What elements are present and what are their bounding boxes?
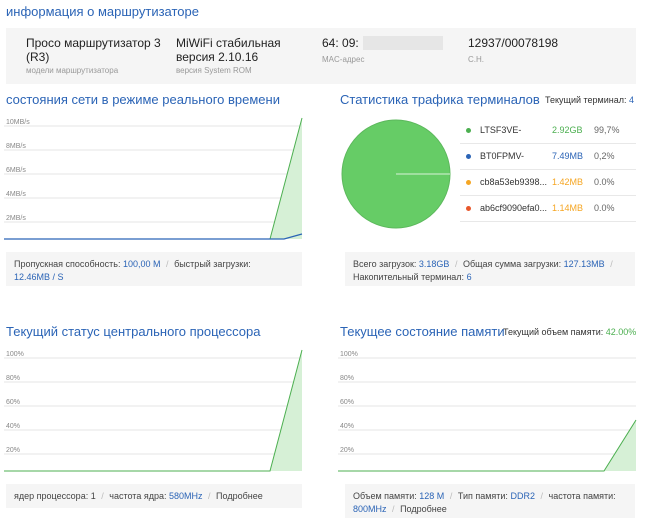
network-upload-line	[4, 233, 303, 240]
memory-size-value: 128 M	[419, 491, 445, 501]
network-tick-8: 8MB/s	[6, 143, 26, 150]
download-speed-value: 12.46MB / S	[14, 272, 64, 282]
sn-value: 12937/00078198	[468, 36, 559, 50]
current-terminal-label: Текущий терминал:	[545, 95, 627, 105]
current-terminal: Текущий терминал: 4	[545, 95, 634, 105]
memory-freq-value: 800MHz	[353, 504, 387, 514]
terminal-size: 2.92GB	[552, 125, 583, 135]
cpu-tick-100: 100%	[6, 351, 24, 358]
network-footer: Пропускная способность: 100,00 М / быстр…	[6, 252, 302, 286]
accumulated-terminal-label: Накопительный терминал:	[353, 272, 465, 282]
memory-chart: 100% 80% 60% 40% 20%	[338, 344, 640, 476]
download-sum-label: Общая сумма загрузки:	[462, 259, 562, 269]
model-cell: Просо маршрутизатор 3 (R3) модели маршру…	[26, 36, 176, 75]
cpu-chart: 100% 80% 60% 40% 20%	[4, 344, 306, 476]
cpu-usage-line	[4, 349, 303, 472]
terminal-name: cb8a53eb9398...	[480, 177, 548, 187]
network-tick-2: 2MB/s	[6, 215, 26, 222]
accumulated-terminal-value: 6	[466, 272, 472, 282]
network-panel-title: состояния сети в режиме реального времен…	[6, 92, 280, 107]
traffic-pie-chart	[340, 118, 452, 230]
total-downloads-value: 3.18GB	[418, 259, 450, 269]
terminal-pct: 0.0%	[594, 177, 615, 187]
terminal-pct: 0.0%	[594, 203, 615, 213]
cpu-cores-label: ядер процессора:	[14, 491, 89, 501]
memory-size-label: Объем памяти:	[353, 491, 417, 501]
memory-panel-title: Текущее состояние памяти	[340, 324, 505, 339]
terminal-name: LTSF3VE-	[480, 125, 522, 135]
cpu-panel-title: Текущий статус центрального процессора	[6, 324, 261, 339]
current-memory-label: Текущий объем памяти:	[503, 327, 604, 337]
terminal-dot	[466, 180, 471, 185]
memory-more-link[interactable]: Подробнее	[400, 504, 447, 514]
terminal-row[interactable]: BT0FPMV- 7.49MB 0,2%	[460, 144, 636, 170]
current-memory: Текущий объем памяти: 42.00%	[503, 327, 636, 337]
mac-value: 64: 09:	[322, 36, 359, 50]
terminal-dot	[466, 206, 471, 211]
router-info-bar: Просо маршрутизатор 3 (R3) модели маршру…	[6, 28, 636, 84]
terminal-list: LTSF3VE- 2.92GB 99,7% BT0FPMV- 7.49MB 0,…	[460, 118, 636, 222]
cpu-more-link[interactable]: Подробнее	[216, 491, 263, 501]
bandwidth-label: Пропускная способность:	[14, 259, 121, 269]
page-title: информация о маршрутизаторе	[6, 4, 199, 19]
memory-type-label: Тип памяти:	[457, 491, 508, 501]
memory-tick-40: 40%	[340, 423, 354, 430]
traffic-footer: Всего загрузок: 3.18GB / Общая сумма заг…	[345, 252, 635, 286]
bandwidth-value: 100,00 М	[122, 259, 161, 269]
traffic-panel-title: Статистика трафика терминалов	[340, 92, 540, 107]
terminal-size: 1.14MB	[552, 203, 584, 213]
memory-type-value: DDR2	[510, 491, 535, 501]
network-tick-4: 4MB/s	[6, 191, 26, 198]
cpu-tick-20: 20%	[6, 447, 20, 454]
memory-freq-label: частота памяти:	[548, 491, 616, 501]
terminal-row[interactable]: ab6cf9090efa0... 1.14MB 0.0%	[460, 196, 636, 222]
current-terminal-value: 4	[629, 95, 635, 105]
memory-tick-80: 80%	[340, 375, 354, 382]
memory-tick-60: 60%	[340, 399, 354, 406]
memory-footer: Объем памяти: 128 M / Тип памяти: DDR2 /…	[345, 484, 635, 518]
cpu-grid	[4, 357, 302, 455]
memory-tick-20: 20%	[340, 447, 354, 454]
network-tick-6: 6MB/s	[6, 167, 26, 174]
rom-label: версия System ROM	[176, 66, 252, 75]
cpu-cores-value: 1	[90, 491, 96, 501]
mac-cell: 64: 09: MAC-адрес	[322, 36, 462, 64]
network-tick-10: 10MB/s	[6, 119, 30, 126]
terminal-size: 7.49MB	[552, 151, 584, 161]
terminal-row[interactable]: LTSF3VE- 2.92GB 99,7%	[460, 118, 636, 144]
network-chart: 10MB/s 8MB/s 6MB/s 4MB/s 2MB/s	[4, 112, 306, 244]
model-value: Просо маршрутизатор 3 (R3)	[26, 36, 161, 64]
rom-value: MiWiFi стабильная версия 2.10.16	[176, 36, 281, 64]
cpu-tick-60: 60%	[6, 399, 20, 406]
current-memory-value: 42.00%	[605, 327, 637, 337]
terminal-dot	[466, 154, 471, 159]
mac-label: MAC-адрес	[322, 55, 365, 64]
network-grid	[4, 125, 302, 223]
terminal-pct: 99,7%	[594, 125, 620, 135]
terminal-size: 1.42MB	[552, 177, 584, 187]
sn-cell: 12937/00078198 С.Н.	[468, 36, 618, 64]
rom-cell: MiWiFi стабильная версия 2.10.16 версия …	[176, 36, 321, 75]
total-downloads-label: Всего загрузок:	[353, 259, 417, 269]
model-label: модели маршрутизатора	[26, 66, 119, 75]
cpu-tick-80: 80%	[6, 375, 20, 382]
terminal-name: ab6cf9090efa0...	[480, 203, 548, 213]
network-download-line	[4, 117, 303, 240]
terminal-dot	[466, 128, 471, 133]
mac-redaction	[362, 36, 443, 50]
cpu-freq-value: 580MHz	[168, 491, 203, 501]
terminal-name: BT0FPMV-	[480, 151, 525, 161]
sn-label: С.Н.	[468, 55, 484, 64]
memory-usage-line	[338, 419, 637, 472]
cpu-footer: ядер процессора: 1 / частота ядра: 580MH…	[6, 484, 302, 508]
cpu-tick-40: 40%	[6, 423, 20, 430]
download-sum-value: 127.13MB	[563, 259, 605, 269]
memory-grid	[338, 357, 636, 455]
terminal-pct: 0,2%	[594, 151, 615, 161]
memory-tick-100: 100%	[340, 351, 358, 358]
cpu-freq-label: частота ядра:	[109, 491, 167, 501]
download-speed-label: быстрый загрузки:	[174, 259, 251, 269]
terminal-row[interactable]: cb8a53eb9398... 1.42MB 0.0%	[460, 170, 636, 196]
